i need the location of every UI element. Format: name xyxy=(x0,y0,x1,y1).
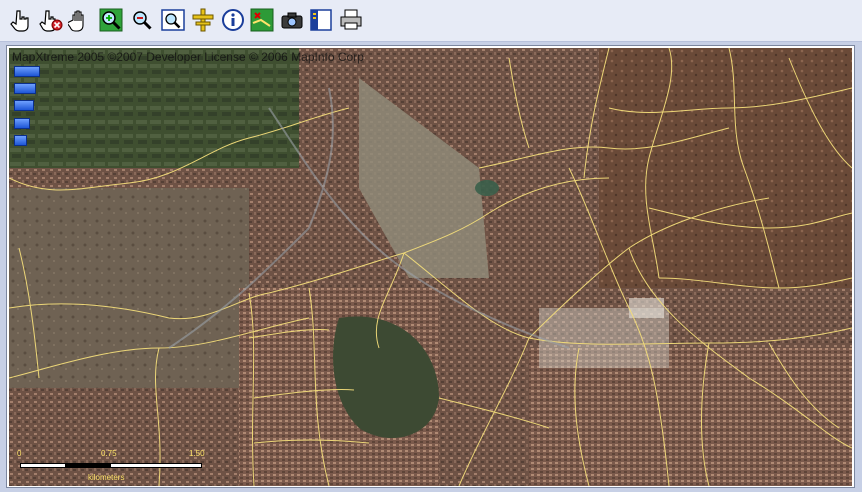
measure-icon xyxy=(250,8,274,31)
scale-segment-1 xyxy=(20,463,66,468)
scale-label-150: 1.50 xyxy=(189,449,205,458)
deselect-tool-button[interactable] xyxy=(38,6,64,33)
pan-tool-button[interactable] xyxy=(67,6,93,33)
scale-segment-3 xyxy=(110,463,202,468)
zoom-level-3[interactable] xyxy=(14,100,34,111)
info-tool-button[interactable] xyxy=(220,6,246,33)
zoom-window-icon xyxy=(161,8,185,31)
map-toolbar xyxy=(0,0,862,42)
export-image-tool-button[interactable] xyxy=(279,6,305,33)
zoom-level-1[interactable] xyxy=(14,66,40,77)
select-tool-button[interactable] xyxy=(7,6,33,33)
camera-icon xyxy=(281,12,303,28)
scale-label-0: 0 xyxy=(17,449,22,458)
layers-panel-icon xyxy=(310,8,332,31)
measure-tool-button[interactable] xyxy=(249,6,275,33)
map-copyright-text: MapXtreme 2005 ©2007 Developer License ©… xyxy=(12,50,364,64)
hand-remove-icon xyxy=(39,9,63,32)
map-view[interactable]: MapXtreme 2005 ©2007 Developer License ©… xyxy=(9,48,852,486)
printer-icon xyxy=(340,9,362,29)
zoom-level-2[interactable] xyxy=(14,83,36,94)
zoom-level-4[interactable] xyxy=(14,118,30,129)
zoom-in-icon xyxy=(99,8,123,31)
layers-tool-button[interactable] xyxy=(308,6,334,33)
scale-bar: 0 0.75 1.50 kilometers xyxy=(16,449,226,483)
print-tool-button[interactable] xyxy=(338,6,364,33)
scale-label-075: 0.75 xyxy=(101,449,117,458)
pointing-hand-icon xyxy=(10,9,29,32)
crosshair-icon xyxy=(192,8,214,31)
zoom-extent-tool-button[interactable] xyxy=(160,6,186,33)
zoom-level-5[interactable] xyxy=(14,135,27,146)
zoom-out-tool-button[interactable] xyxy=(129,6,155,33)
satellite-imagery xyxy=(9,48,852,486)
scale-segment-2 xyxy=(65,463,111,468)
zoom-out-icon xyxy=(133,10,152,30)
center-tool-button[interactable] xyxy=(190,6,216,33)
scale-unit-label: kilometers xyxy=(88,473,125,482)
open-hand-icon xyxy=(68,9,84,32)
zoom-in-tool-button[interactable] xyxy=(98,6,124,33)
info-icon xyxy=(222,8,244,31)
